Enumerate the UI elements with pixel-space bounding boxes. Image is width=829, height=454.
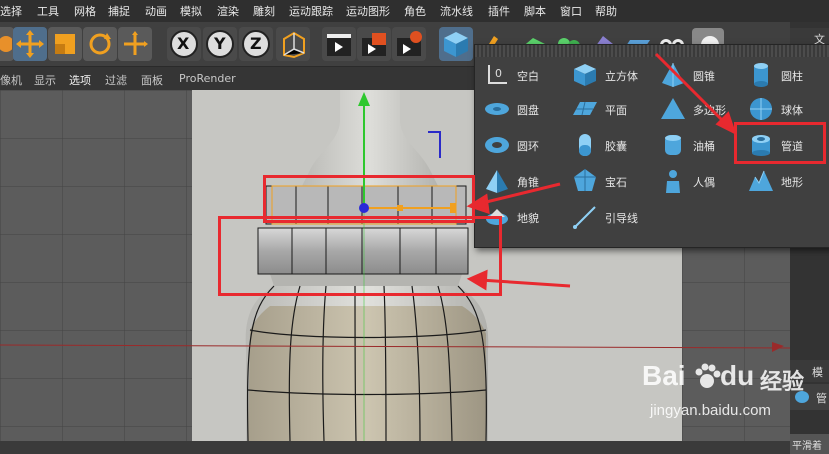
- arrow-to-lower-ring: [479, 278, 571, 288]
- watermark-brand-suffix: du: [720, 360, 755, 391]
- paw-icon: [695, 363, 721, 388]
- watermark-product: 经验: [760, 370, 805, 395]
- arrowhead-upper-ring: [466, 193, 490, 215]
- watermark-url: jingyan.baidu.com: [650, 402, 771, 419]
- arrow-to-upper-ring: [477, 182, 561, 206]
- arrow-to-tube: [654, 52, 730, 128]
- arrowhead-lower-ring: [466, 269, 488, 291]
- watermark-brand: Bai: [642, 360, 686, 391]
- baidu-watermark: Bai du 经验 jingyan.baidu.com: [636, 360, 826, 430]
